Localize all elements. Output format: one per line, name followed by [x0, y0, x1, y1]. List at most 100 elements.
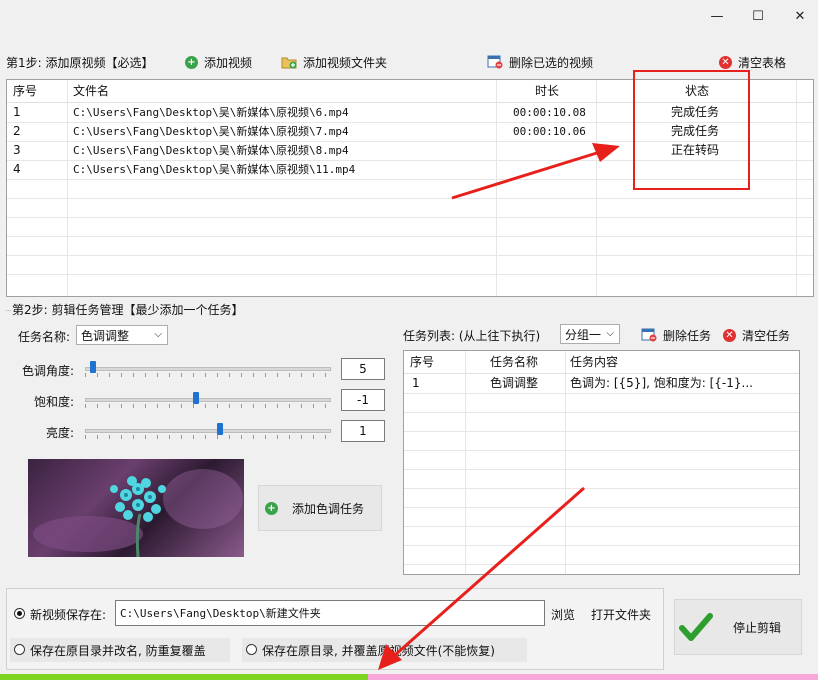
row-index: 3	[13, 143, 21, 157]
row-filename: C:\Users\Fang\Desktop\吴\新媒体\原视频\8.mp4	[73, 144, 349, 157]
save-new-label[interactable]: 新视频保存在:	[30, 606, 106, 623]
task-name: 色调调整	[490, 376, 539, 390]
slider-ticks	[85, 404, 331, 408]
hue-slider[interactable]	[85, 361, 331, 377]
slider-track	[85, 429, 331, 433]
slider-thumb[interactable]	[193, 392, 199, 404]
maximize-button[interactable]: ☐	[748, 6, 768, 26]
hue-input[interactable]: 5	[341, 358, 385, 380]
slider-track	[85, 367, 331, 371]
chevron-down-icon: ⌵	[154, 329, 162, 340]
row-filename: C:\Users\Fang\Desktop\吴\新媒体\原视频\7.mp4	[73, 125, 349, 138]
add-icon: +	[265, 501, 278, 515]
clear-tasks-label: 清空任务	[742, 328, 791, 343]
slider-ticks	[85, 373, 331, 377]
saturation-slider[interactable]	[85, 392, 331, 408]
saturation-input[interactable]: -1	[341, 389, 385, 411]
save-rename-option[interactable]: 保存在原目录并改名, 防重复覆盖	[10, 638, 230, 662]
chevron-down-icon: ⌵	[606, 328, 614, 339]
slider-thumb[interactable]	[89, 361, 96, 373]
task-list-label: 任务列表: (从上往下执行)	[403, 329, 541, 343]
task-content: 色调为: [{5}], 饱和度为: [{-1}...	[570, 376, 753, 390]
add-video-button[interactable]: + 添加视频	[178, 50, 260, 74]
preview-image	[28, 459, 244, 557]
stop-edit-button[interactable]: 停止剪辑	[674, 599, 802, 655]
col-filename[interactable]: 文件名	[73, 80, 109, 102]
delete-window-icon	[487, 55, 503, 69]
col-index[interactable]: 序号	[13, 80, 37, 102]
saturation-label: 饱和度:	[34, 395, 75, 409]
add-color-task-label: 添加色调任务	[292, 501, 365, 516]
add-icon: +	[185, 55, 198, 69]
slider-track	[85, 398, 331, 402]
delete-selected-button[interactable]: 删除已选的视频	[480, 50, 601, 74]
step1-label: 第1步: 添加原视频【必选】	[6, 56, 154, 70]
progress-bar	[0, 674, 818, 680]
clear-icon: ✕	[723, 328, 736, 342]
group-value: 分组一	[565, 327, 602, 342]
row-index: 2	[13, 124, 21, 138]
open-folder-button[interactable]: 打开文件夹	[591, 606, 651, 623]
row-index: 1	[13, 105, 21, 119]
add-video-label: 添加视频	[204, 55, 253, 70]
clear-icon: ✕	[719, 55, 732, 69]
row-filename: C:\Users\Fang\Desktop\吴\新媒体\原视频\11.mp4	[73, 163, 356, 176]
clear-tasks-button[interactable]: ✕ 清空任务	[716, 323, 798, 347]
save-overwrite-label: 保存在原目录, 并覆盖原视频文件(不能恢复)	[262, 644, 495, 658]
empty-row	[404, 526, 799, 546]
minimize-button[interactable]: —	[707, 6, 727, 26]
empty-row	[404, 545, 799, 565]
task-col-name[interactable]: 任务名称	[490, 351, 538, 373]
add-color-task-button[interactable]: + 添加色调任务	[258, 485, 382, 531]
task-col-index[interactable]: 序号	[410, 351, 434, 373]
save-path-value: C:\Users\Fang\Desktop\新建文件夹	[120, 607, 321, 620]
group-select[interactable]: 分组一 ⌵	[560, 324, 620, 344]
delete-window-icon	[641, 328, 657, 342]
delete-selected-label: 删除已选的视频	[509, 55, 594, 70]
empty-row	[404, 450, 799, 470]
brightness-slider[interactable]	[85, 423, 331, 439]
status-highlight-box	[633, 70, 750, 190]
add-folder-button[interactable]: 添加视频文件夹	[274, 50, 395, 74]
delete-task-label: 删除任务	[663, 328, 712, 343]
progress-fill	[0, 674, 369, 680]
save-rename-radio[interactable]	[14, 644, 25, 655]
slider-ticks	[85, 435, 331, 439]
save-overwrite-radio[interactable]	[246, 644, 257, 655]
task-name-label: 任务名称:	[18, 330, 71, 344]
close-button[interactable]: ✕	[790, 6, 810, 26]
hue-label: 色调角度:	[22, 364, 75, 378]
browse-button[interactable]: 浏览	[551, 606, 575, 623]
row-duration: 00:00:10.08	[513, 106, 586, 119]
checkmark-icon	[679, 613, 713, 641]
task-name-value: 色调调整	[81, 328, 130, 343]
save-overwrite-option[interactable]: 保存在原目录, 并覆盖原视频文件(不能恢复)	[242, 638, 527, 662]
delete-task-button[interactable]: 删除任务	[634, 323, 719, 347]
empty-row	[404, 469, 799, 489]
empty-row	[404, 431, 799, 451]
add-folder-label: 添加视频文件夹	[303, 55, 388, 70]
slider-thumb[interactable]	[217, 423, 223, 435]
folder-add-icon	[281, 57, 297, 69]
row-filename: C:\Users\Fang\Desktop\吴\新媒体\原视频\6.mp4	[73, 106, 349, 119]
empty-row	[404, 507, 799, 527]
task-name-select[interactable]: 色调调整 ⌵	[76, 325, 168, 345]
task-row[interactable]: 1 色调调整 色调为: [{5}], 饱和度为: [{-1}...	[404, 374, 799, 394]
empty-row	[404, 488, 799, 508]
step2-divider	[6, 310, 11, 311]
save-new-radio[interactable]	[14, 608, 25, 619]
empty-row	[7, 255, 813, 275]
col-duration[interactable]: 时长	[535, 80, 559, 102]
save-path-input[interactable]: C:\Users\Fang\Desktop\新建文件夹	[115, 600, 545, 626]
save-rename-label: 保存在原目录并改名, 防重复覆盖	[30, 644, 206, 658]
task-table[interactable]: 序号 任务名称 任务内容 1 色调调整 色调为: [{5}], 饱和度为: [{…	[403, 350, 800, 575]
task-table-header: 序号 任务名称 任务内容	[404, 351, 799, 374]
clear-table-label: 清空表格	[738, 55, 787, 70]
brightness-label: 亮度:	[46, 426, 75, 440]
task-col-content[interactable]: 任务内容	[570, 351, 618, 373]
brightness-input[interactable]: 1	[341, 420, 385, 442]
empty-row	[404, 412, 799, 432]
empty-row	[7, 236, 813, 256]
stop-edit-label: 停止剪辑	[733, 620, 782, 635]
row-duration: 00:00:10.06	[513, 125, 586, 138]
